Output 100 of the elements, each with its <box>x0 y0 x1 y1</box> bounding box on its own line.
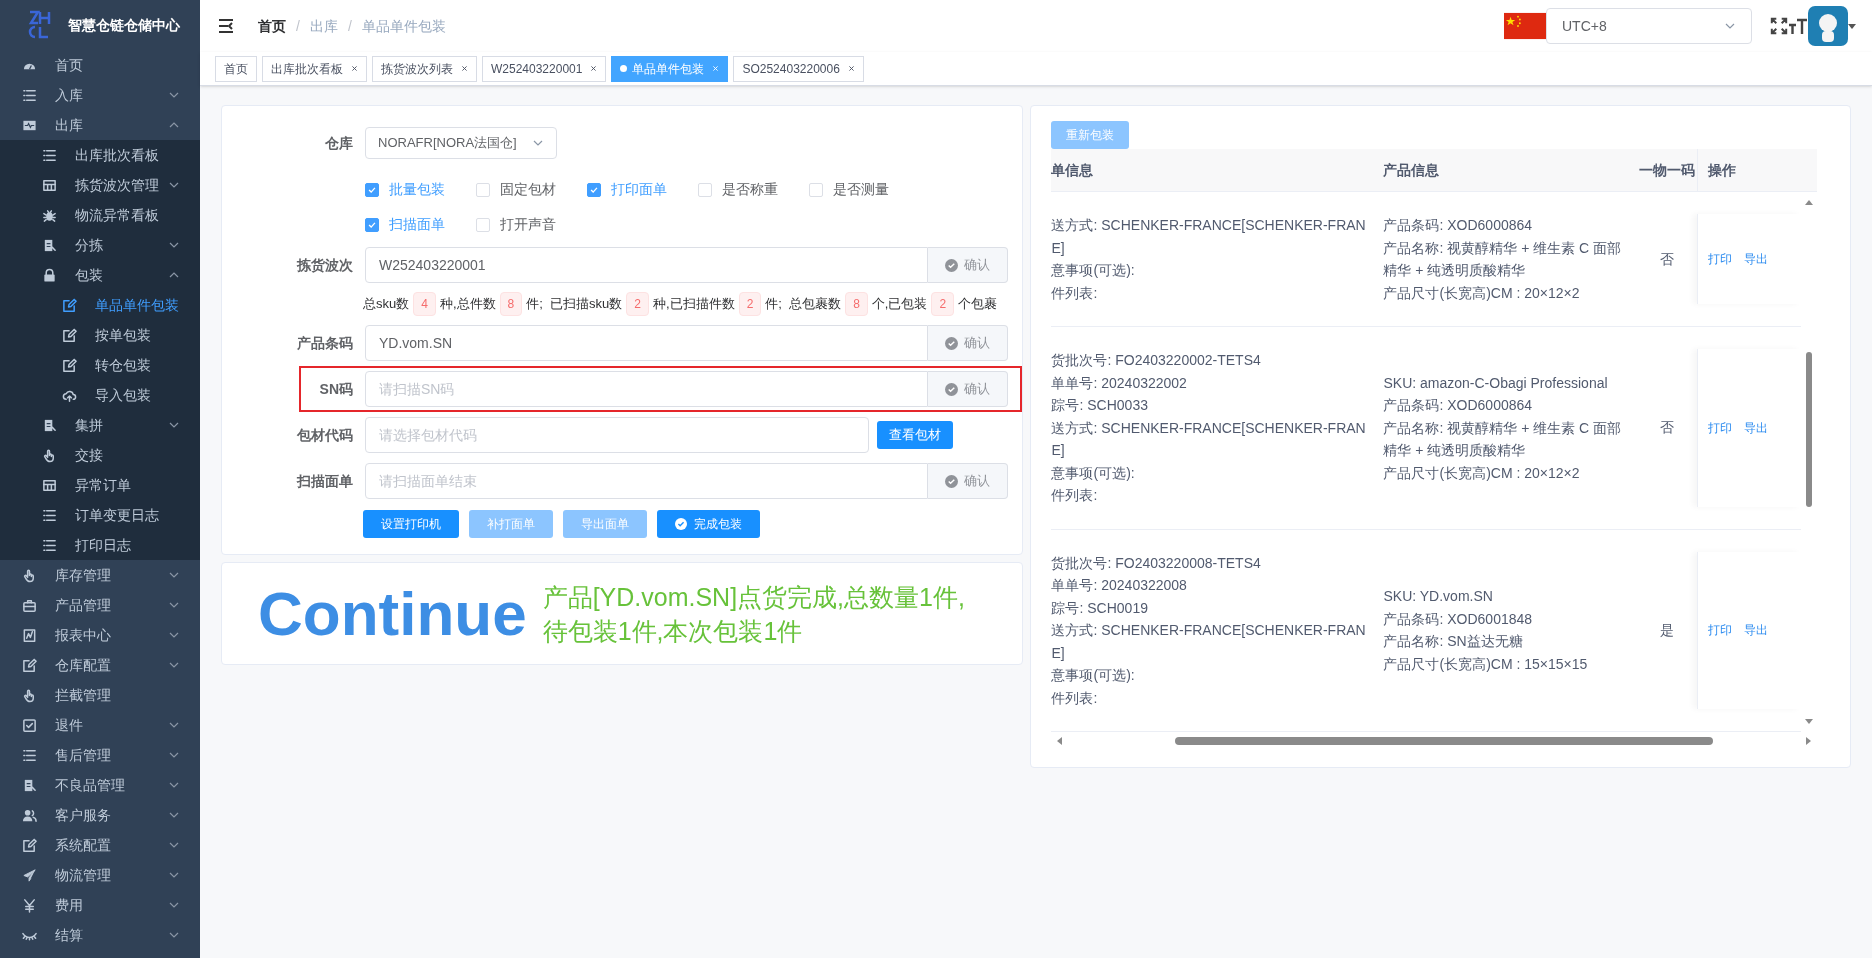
table-cell-text: 踪号: SCH0019 <box>1051 598 1148 618</box>
stat-label: 种,已扫描件数 <box>653 295 735 314</box>
table-link[interactable]: 导出 <box>1744 250 1769 268</box>
close-icon[interactable] <box>351 65 358 72</box>
status-headline: Continue <box>258 582 527 645</box>
sidebar-item[interactable]: 包装 <box>0 260 200 290</box>
field-label: 拣货波次 <box>297 255 353 275</box>
tab[interactable]: 首页 <box>215 55 257 82</box>
text-size-icon[interactable] <box>1788 16 1808 36</box>
list-icon <box>22 87 37 103</box>
table-link[interactable]: 导出 <box>1744 418 1769 437</box>
sidebar-item[interactable]: 导入包装 <box>0 380 200 410</box>
stat-label: 种,总件数 <box>439 295 496 314</box>
sidebar-item[interactable]: 异常订单 <box>0 470 200 500</box>
menu-icon[interactable] <box>216 16 236 36</box>
edit-icon <box>22 837 37 853</box>
list-icon <box>42 147 57 163</box>
close-icon[interactable] <box>590 65 598 72</box>
table-cell-text: 产品尺寸(长宽高)CM : 20×12×2 <box>1383 283 1581 303</box>
stat-label: 个包裹 <box>958 295 998 314</box>
timezone-select[interactable]: UTC+8 <box>1546 8 1752 44</box>
tab[interactable]: 拣货波次列表 <box>372 55 477 82</box>
check-circle-icon <box>675 518 687 530</box>
sidebar-item[interactable]: 打印日志 <box>0 530 200 560</box>
sidebar-item[interactable]: 出库批次看板 <box>0 140 200 170</box>
tab[interactable]: SO252403220006 <box>733 55 864 82</box>
briefcase-icon <box>22 597 37 613</box>
lock-icon <box>42 267 57 283</box>
count-badge: 8 <box>845 292 868 316</box>
check-square-icon <box>22 717 37 733</box>
edit-icon <box>22 657 37 673</box>
sidebar-item[interactable]: 单品单件包装 <box>0 290 200 320</box>
table-cell-text: 产品尺寸(长宽高)CM : 20×12×2 <box>1383 463 1581 483</box>
table-cell-text: 意事项(可选): <box>1051 666 1135 685</box>
table-cell-text: 件列表: <box>1051 486 1098 505</box>
input-field[interactable]: YD.vom.SN <box>365 325 929 361</box>
table-cell-text: SKU: amazon-C-Obagi Professional <box>1383 373 1609 393</box>
table-cell-text: 送方式: SCHENKER-FRANCE[SCHENKER-FRAN <box>1051 216 1366 235</box>
checkbox[interactable]: 是否称重 <box>698 179 809 200</box>
tab[interactable]: W252403220001 <box>482 55 607 82</box>
edit-icon <box>62 297 77 313</box>
document-icon <box>42 237 57 253</box>
fullscreen-icon[interactable] <box>1770 17 1788 35</box>
table-link[interactable]: 打印 <box>1708 621 1733 640</box>
breadcrumb-current: 单品单件包装 <box>361 16 446 36</box>
users-icon <box>22 807 37 823</box>
sidebar-item[interactable]: 集拼 <box>0 410 200 440</box>
close-icon[interactable] <box>461 65 468 72</box>
check-circle-icon <box>945 382 959 396</box>
breadcrumb-link[interactable]: 首页 <box>258 15 286 37</box>
checkbox[interactable]: 打开声音 <box>476 214 587 235</box>
edit-icon <box>62 357 77 373</box>
table-cell-text: 产品名称: 视黄醇精华 + 维生素 C 面部精华 + 纯透明质酸精华 <box>1383 238 1623 280</box>
caret-icon[interactable] <box>1848 23 1856 29</box>
stat-label: 件; 总包裹数 <box>765 295 842 314</box>
warehouse-select[interactable]: NORAFR[NORA法国仓] <box>365 127 557 159</box>
table-cell-text: E] <box>1051 441 1065 460</box>
table-cell-text: 产品名称: 视黄醇精华 + 维生素 C 面部精华 + 纯透明质酸精华 <box>1383 418 1623 460</box>
table-cell-text: 产品名称: SN益达无糖 <box>1383 632 1524 652</box>
table-cell-text: 意事项(可选): <box>1051 261 1135 280</box>
flag-icon[interactable] <box>1504 12 1546 40</box>
input-field[interactable]: 请选择包材代码 <box>365 417 869 453</box>
table-cell-text: 产品尺寸(长宽高)CM : 15×15×15 <box>1383 654 1589 674</box>
stat-label: 个,已包装 <box>871 295 928 314</box>
hand-icon <box>22 687 37 703</box>
sidebar-item[interactable]: 交接 <box>0 440 200 470</box>
sidebar-item[interactable]: 分拣 <box>0 230 200 260</box>
checkbox[interactable]: 是否测量 <box>809 179 920 200</box>
list-icon <box>42 537 57 553</box>
hand-icon <box>22 567 37 583</box>
table-cell-text: 单单号: 20240322002 <box>1051 373 1187 393</box>
count-badge: 8 <box>499 292 523 316</box>
input-field[interactable]: 请扫描SN码 <box>365 371 929 407</box>
field-label: SN码 <box>319 379 353 399</box>
table-cell-text: 件列表: <box>1051 688 1098 708</box>
stat-label: 件; 已扫描sku数 <box>526 295 623 314</box>
sidebar-item[interactable]: 转仓包装 <box>0 350 200 380</box>
close-icon[interactable] <box>847 65 855 72</box>
check-circle-icon <box>945 258 959 272</box>
table-link[interactable]: 打印 <box>1708 250 1733 268</box>
table-link[interactable]: 打印 <box>1708 418 1733 437</box>
table-cell-text: 意事项(可选): <box>1051 463 1135 483</box>
sidebar-item[interactable]: 物流异常看板 <box>0 200 200 230</box>
checkbox[interactable]: 固定包材 <box>476 179 587 200</box>
grid-icon <box>42 177 57 193</box>
table-cell-text: 产品条码: XOD6000864 <box>1383 396 1534 415</box>
table-cell-text: E] <box>1051 238 1065 258</box>
input-field[interactable]: 请扫描面单结束 <box>365 463 929 499</box>
avatar[interactable] <box>1808 6 1848 46</box>
input-field[interactable]: W252403220001 <box>365 247 929 283</box>
table-cell-text: 送方式: SCHENKER-FRANCE[SCHENKER-FRAN <box>1051 418 1366 438</box>
tab[interactable]: 出库批次看板 <box>262 55 367 82</box>
table-link[interactable]: 导出 <box>1744 621 1769 640</box>
sidebar-item[interactable]: 拣货波次管理 <box>0 170 200 200</box>
table-cell-text: 产品条码: XOD6000864 <box>1383 216 1534 235</box>
column-header: 单信息 <box>1051 160 1094 180</box>
field-label: 产品条码 <box>297 333 353 353</box>
sidebar-item[interactable]: 订单变更日志 <box>0 500 200 530</box>
sidebar-item[interactable]: 按单包装 <box>0 320 200 350</box>
edit-icon <box>62 327 77 343</box>
